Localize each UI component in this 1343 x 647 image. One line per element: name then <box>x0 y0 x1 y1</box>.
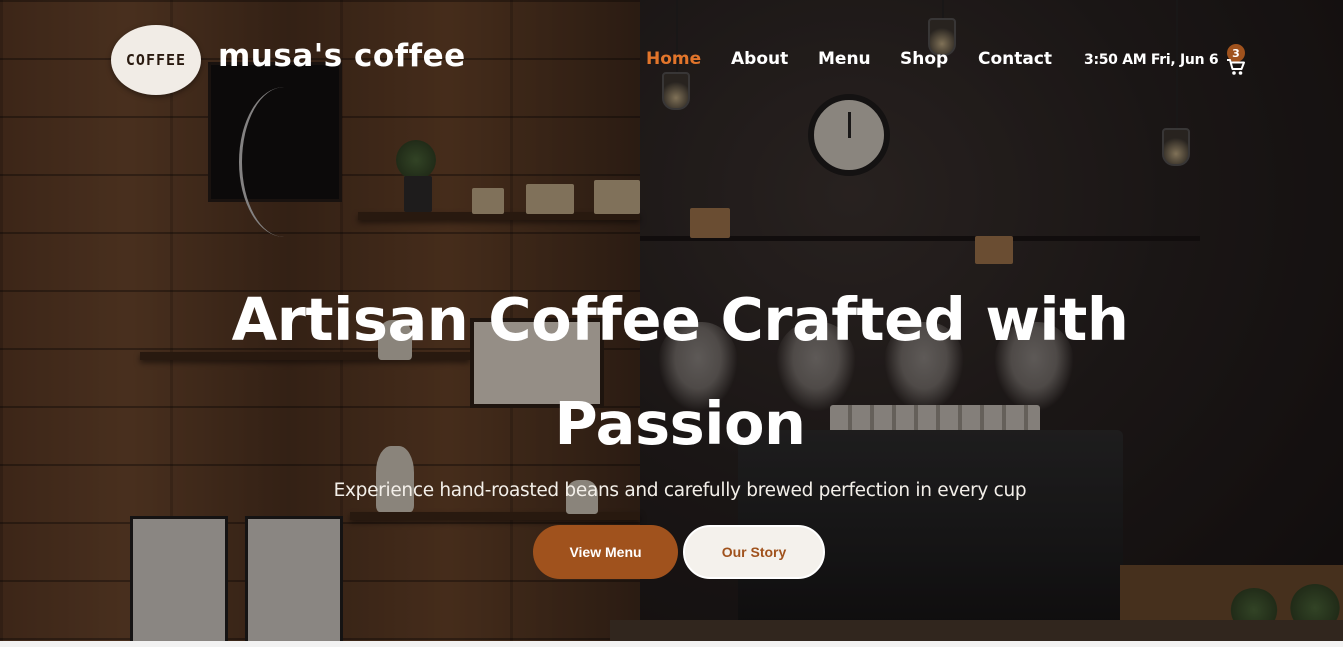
site-header: COFFEE musa's coffee Home About Menu Sho… <box>0 0 1343 120</box>
current-datetime: 3:50 AM Fri, Jun 6 <box>1084 52 1219 68</box>
cart-button[interactable]: 3 <box>1222 44 1248 78</box>
nav-home[interactable]: Home <box>646 49 701 73</box>
view-menu-button[interactable]: View Menu <box>533 525 678 579</box>
nav-contact[interactable]: Contact <box>978 49 1052 73</box>
hero-title-line2: Passion <box>554 389 806 458</box>
our-story-button[interactable]: Our Story <box>683 525 825 579</box>
hero-subtitle: Experience hand-roasted beans and carefu… <box>333 480 1027 501</box>
nav-about[interactable]: About <box>731 49 788 73</box>
shopping-cart-icon <box>1227 59 1245 75</box>
page-bottom-edge <box>0 641 1343 647</box>
hero-title: Artisan Coffee Crafted with Passion <box>180 268 1180 476</box>
logo[interactable]: COFFEE <box>111 25 201 95</box>
logo-text: COFFEE <box>125 51 187 69</box>
nav-shop[interactable]: Shop <box>900 49 948 73</box>
brand-name[interactable]: musa's coffee <box>218 38 466 74</box>
nav-menu[interactable]: Menu <box>818 49 871 73</box>
hero-title-line1: Artisan Coffee Crafted with <box>231 285 1129 354</box>
